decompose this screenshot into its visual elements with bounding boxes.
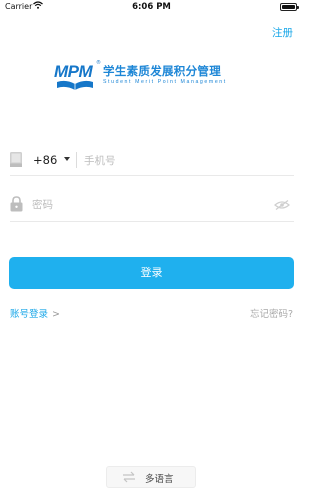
caret-down-icon[interactable] xyxy=(64,157,70,161)
swap-arrows-icon xyxy=(123,471,135,483)
phone-icon xyxy=(10,152,22,167)
chevron-right-icon: > xyxy=(52,309,60,320)
registered-mark: ® xyxy=(96,60,101,66)
logo-subtitle: Student Merit Point Management xyxy=(103,79,227,85)
account-login-label: 账号登录 xyxy=(10,309,49,320)
account-login-link[interactable]: 账号登录 > xyxy=(10,306,60,320)
open-book-icon xyxy=(57,80,93,90)
forgot-password-link[interactable]: 忘记密码? xyxy=(250,306,293,320)
register-link[interactable]: 注册 xyxy=(272,25,293,40)
phone-row: +86 xyxy=(10,146,294,176)
country-code-selector[interactable]: +86 xyxy=(33,153,57,167)
login-button[interactable]: 登录 xyxy=(9,257,294,289)
password-row xyxy=(10,192,294,222)
language-label: 多语言 xyxy=(145,474,174,485)
app-logo: MPM ® 学生素质发展积分管理 Student Merit Point Man… xyxy=(54,60,254,96)
phone-input[interactable] xyxy=(84,150,284,172)
password-input[interactable] xyxy=(32,194,262,216)
language-button[interactable]: 多语言 xyxy=(106,466,196,488)
mpm-logo-mark: MPM ® xyxy=(54,60,101,90)
lock-icon xyxy=(10,196,23,212)
field-divider xyxy=(76,152,77,168)
battery-icon xyxy=(280,3,299,11)
logo-title: 学生素质发展积分管理 xyxy=(103,64,221,78)
status-time: 6:06 PM xyxy=(132,2,171,12)
status-bar: Carrier 6:06 PM xyxy=(0,0,303,14)
battery-level xyxy=(282,5,295,9)
eye-hidden-icon[interactable] xyxy=(274,200,290,210)
